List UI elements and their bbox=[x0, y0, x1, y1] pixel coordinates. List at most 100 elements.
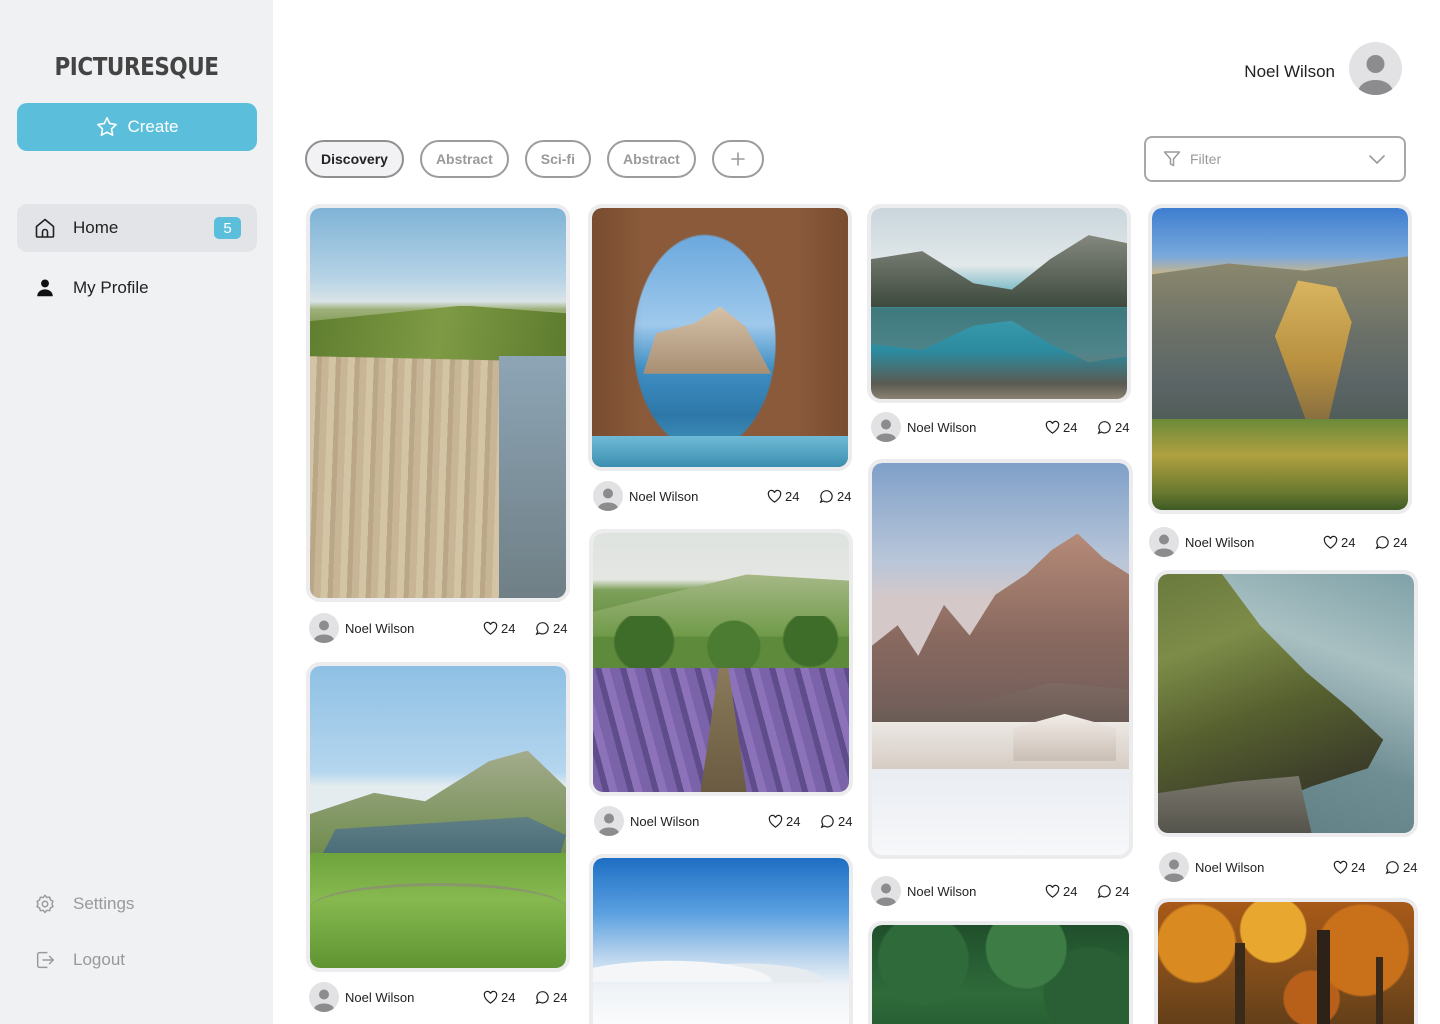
comment-button[interactable]: 24 bbox=[819, 489, 871, 504]
post-author[interactable]: Noel Wilson bbox=[345, 990, 483, 1005]
like-button[interactable]: 24 bbox=[768, 814, 820, 829]
avatar[interactable] bbox=[1349, 42, 1402, 95]
sidebar-item-logout[interactable]: Logout bbox=[17, 936, 257, 984]
chevron-down-icon bbox=[1369, 155, 1385, 165]
scene-dolomites-village bbox=[872, 463, 1129, 855]
header-user-name[interactable]: Noel Wilson bbox=[1244, 62, 1335, 82]
create-label: Create bbox=[127, 117, 179, 136]
heart-icon bbox=[483, 621, 498, 635]
like-count: 24 bbox=[786, 813, 801, 829]
scene-winter-trees bbox=[593, 858, 849, 1024]
post-author[interactable]: Noel Wilson bbox=[630, 814, 768, 829]
post-image[interactable] bbox=[306, 662, 570, 972]
count-badge: 5 bbox=[214, 217, 241, 239]
comment-count: 24 bbox=[1393, 534, 1408, 550]
post-image[interactable] bbox=[1154, 570, 1418, 837]
post-image[interactable] bbox=[868, 459, 1133, 859]
heart-icon bbox=[483, 990, 498, 1004]
post-author[interactable]: Noel Wilson bbox=[1195, 860, 1333, 875]
chip-abstract[interactable]: Abstract bbox=[419, 140, 509, 178]
comment-button[interactable]: 24 bbox=[1097, 420, 1149, 435]
comment-button[interactable]: 24 bbox=[535, 990, 587, 1005]
comment-icon bbox=[819, 489, 833, 503]
comment-count: 24 bbox=[1403, 859, 1418, 875]
like-count: 24 bbox=[1351, 859, 1366, 875]
post-image[interactable] bbox=[1154, 898, 1418, 1024]
add-chip-button[interactable] bbox=[711, 140, 764, 178]
comment-count: 24 bbox=[838, 813, 853, 829]
create-button[interactable]: Create bbox=[17, 103, 257, 151]
comment-count: 24 bbox=[1115, 883, 1130, 899]
avatar[interactable] bbox=[594, 806, 624, 836]
avatar[interactable] bbox=[309, 613, 339, 643]
post-image[interactable] bbox=[306, 204, 570, 602]
like-count: 24 bbox=[1063, 883, 1078, 899]
gear-icon bbox=[33, 892, 57, 916]
post-image[interactable] bbox=[1148, 204, 1412, 514]
like-button[interactable]: 24 bbox=[767, 489, 819, 504]
post-meta: Noel Wilson 24 24 bbox=[871, 411, 1149, 443]
logout-icon bbox=[33, 948, 57, 972]
like-count: 24 bbox=[785, 488, 800, 504]
comment-count: 24 bbox=[553, 989, 568, 1005]
avatar[interactable] bbox=[1149, 527, 1179, 557]
avatar[interactable] bbox=[871, 412, 901, 442]
chip-sci-fi[interactable]: Sci-fi bbox=[524, 140, 591, 178]
post-author[interactable]: Noel Wilson bbox=[1185, 535, 1323, 550]
like-count: 24 bbox=[501, 989, 516, 1005]
comment-button[interactable]: 24 bbox=[820, 814, 872, 829]
comment-button[interactable]: 24 bbox=[1385, 860, 1437, 875]
user-avatar-icon bbox=[1357, 55, 1394, 95]
heart-icon bbox=[1045, 884, 1060, 898]
scene-cliff-coast bbox=[310, 208, 566, 598]
heart-icon bbox=[1323, 535, 1338, 549]
comment-icon bbox=[820, 814, 834, 828]
post-image[interactable] bbox=[588, 204, 852, 471]
post-author[interactable]: Noel Wilson bbox=[345, 621, 483, 636]
comment-button[interactable]: 24 bbox=[1375, 535, 1427, 550]
comment-count: 24 bbox=[553, 620, 568, 636]
like-button[interactable]: 24 bbox=[1045, 884, 1097, 899]
avatar[interactable] bbox=[1159, 852, 1189, 882]
heart-icon bbox=[767, 489, 782, 503]
post-image[interactable] bbox=[589, 854, 853, 1024]
chip-abstract-2[interactable]: Abstract bbox=[606, 140, 696, 178]
heart-icon bbox=[768, 814, 783, 828]
sidebar-item-my-profile[interactable]: My Profile bbox=[17, 264, 257, 312]
sidebar-item-label: Logout bbox=[73, 950, 125, 969]
filter-placeholder: Filter bbox=[1190, 151, 1222, 167]
post-author[interactable]: Noel Wilson bbox=[629, 489, 767, 504]
post-meta: Noel Wilson 24 24 bbox=[309, 981, 587, 1013]
comment-button[interactable]: 24 bbox=[535, 621, 587, 636]
like-button[interactable]: 24 bbox=[483, 990, 535, 1005]
like-button[interactable]: 24 bbox=[1323, 535, 1375, 550]
post-image[interactable] bbox=[589, 529, 853, 796]
avatar[interactable] bbox=[593, 481, 623, 511]
star-icon bbox=[97, 117, 118, 136]
comment-icon bbox=[1097, 884, 1111, 898]
post-author[interactable]: Noel Wilson bbox=[907, 884, 1045, 899]
post-author[interactable]: Noel Wilson bbox=[907, 420, 1045, 435]
scene-green-lake-mountain bbox=[310, 666, 566, 968]
like-count: 24 bbox=[1341, 534, 1356, 550]
sidebar: PICTURESQUE Create Home 5 My Profile Set… bbox=[0, 0, 273, 1024]
scene-turquoise-mountain-lake bbox=[871, 208, 1127, 399]
post-image[interactable] bbox=[868, 921, 1133, 1024]
like-button[interactable]: 24 bbox=[483, 621, 535, 636]
avatar[interactable] bbox=[871, 876, 901, 906]
like-count: 24 bbox=[501, 620, 516, 636]
heart-icon bbox=[1333, 860, 1348, 874]
sidebar-item-home[interactable]: Home 5 bbox=[17, 204, 257, 252]
category-chips: Discovery Abstract Sci-fi Abstract bbox=[305, 140, 764, 178]
comment-icon bbox=[1097, 420, 1111, 434]
chip-discovery[interactable]: Discovery bbox=[305, 140, 404, 178]
heart-icon bbox=[1045, 420, 1060, 434]
post-image[interactable] bbox=[867, 204, 1131, 403]
avatar[interactable] bbox=[309, 982, 339, 1012]
sidebar-item-settings[interactable]: Settings bbox=[17, 880, 257, 928]
comment-button[interactable]: 24 bbox=[1097, 884, 1149, 899]
filter-dropdown[interactable]: Filter bbox=[1144, 136, 1406, 182]
comment-icon bbox=[1385, 860, 1399, 874]
like-button[interactable]: 24 bbox=[1333, 860, 1385, 875]
like-button[interactable]: 24 bbox=[1045, 420, 1097, 435]
